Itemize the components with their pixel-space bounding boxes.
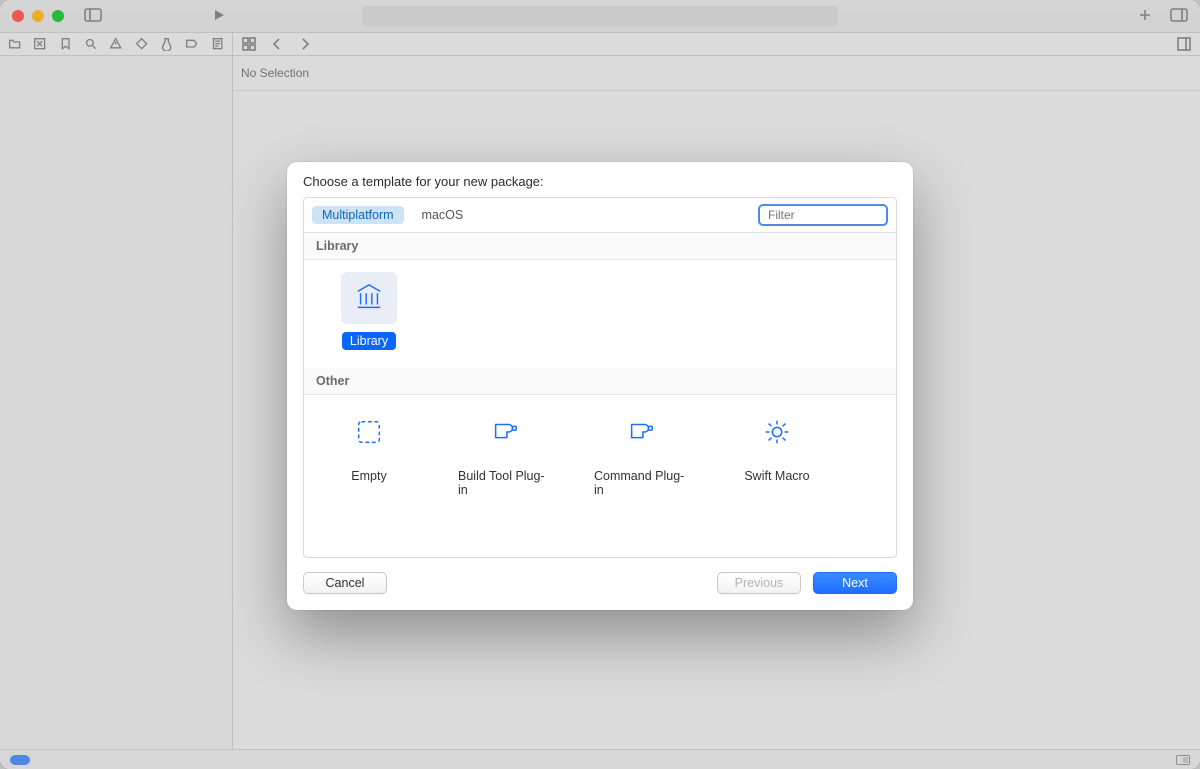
- template-library[interactable]: Library: [314, 272, 424, 350]
- next-button[interactable]: Next: [813, 572, 897, 594]
- template-swift-macro[interactable]: Swift Macro: [722, 407, 832, 499]
- cancel-button[interactable]: Cancel: [303, 572, 387, 594]
- section-library-title: Library: [304, 233, 896, 260]
- template-command-plugin[interactable]: Command Plug-in: [586, 407, 696, 499]
- template-build-tool-label: Build Tool Plug-in: [450, 467, 560, 499]
- template-build-tool-plugin[interactable]: Build Tool Plug-in: [450, 407, 560, 499]
- template-swift-macro-label: Swift Macro: [736, 467, 817, 485]
- scope-macos[interactable]: macOS: [412, 206, 474, 224]
- sheet-title: Choose a template for your new package:: [287, 162, 913, 197]
- template-command-label: Command Plug-in: [586, 467, 696, 499]
- template-chooser: Multiplatform macOS Library: [303, 197, 897, 558]
- build-tool-plugin-icon: [490, 417, 520, 450]
- swift-macro-icon: [762, 417, 792, 450]
- scope-bar: Multiplatform macOS: [304, 198, 896, 233]
- sheet-footer: Cancel Previous Next: [287, 568, 913, 610]
- template-empty[interactable]: Empty: [314, 407, 424, 499]
- empty-icon: [354, 417, 384, 450]
- template-library-label: Library: [342, 332, 396, 350]
- filter-input[interactable]: [768, 208, 897, 222]
- scope-multiplatform[interactable]: Multiplatform: [312, 206, 404, 224]
- section-other-title: Other: [304, 368, 896, 395]
- template-empty-label: Empty: [343, 467, 394, 485]
- command-plugin-icon: [626, 417, 656, 450]
- library-icon: [354, 282, 384, 315]
- previous-button[interactable]: Previous: [717, 572, 801, 594]
- filter-field[interactable]: [758, 204, 888, 226]
- new-package-sheet: Choose a template for your new package: …: [287, 162, 913, 610]
